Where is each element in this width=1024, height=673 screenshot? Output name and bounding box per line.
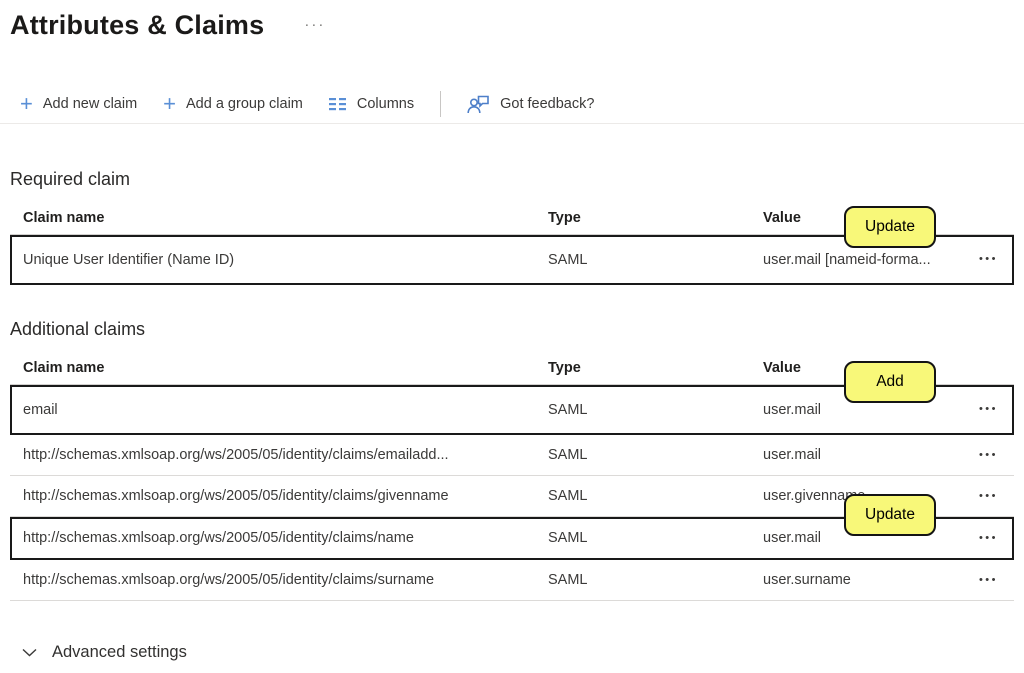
- table-row-emailaddress[interactable]: http://schemas.xmlsoap.org/ws/2005/05/id…: [10, 435, 1014, 476]
- advanced-settings-toggle[interactable]: Advanced settings: [22, 643, 187, 662]
- claim-name-cell: http://schemas.xmlsoap.org/ws/2005/05/id…: [10, 447, 548, 463]
- annotation-callout-update-name: Update: [844, 494, 936, 536]
- add-group-claim-label: Add a group claim: [186, 96, 303, 112]
- required-claim-heading: Required claim: [10, 168, 1024, 190]
- claim-name-cell: http://schemas.xmlsoap.org/ws/2005/05/id…: [10, 572, 548, 588]
- claim-type-cell: SAML: [548, 572, 763, 588]
- claim-type-cell: SAML: [548, 530, 763, 546]
- row-ellipsis-menu-button[interactable]: •••: [979, 402, 998, 417]
- claim-value-cell: user.mail: [763, 447, 975, 463]
- feedback-person-icon: [467, 95, 490, 114]
- annotation-callout-update-required: Update: [844, 206, 936, 248]
- claim-type-cell: SAML: [548, 252, 763, 268]
- plus-icon: +: [20, 96, 33, 112]
- columns-icon: [329, 97, 347, 111]
- column-header-type[interactable]: Type: [548, 360, 763, 376]
- claim-name-cell: Unique User Identifier (Name ID): [10, 252, 548, 268]
- row-ellipsis-menu-button[interactable]: •••: [979, 573, 998, 588]
- claim-type-cell: SAML: [548, 488, 763, 504]
- got-feedback-button[interactable]: Got feedback?: [467, 95, 594, 114]
- columns-label: Columns: [357, 96, 414, 112]
- page-header: Attributes & Claims ···: [0, 0, 1024, 41]
- row-ellipsis-menu-button[interactable]: •••: [979, 252, 998, 267]
- claim-name-cell: http://schemas.xmlsoap.org/ws/2005/05/id…: [10, 488, 548, 504]
- attributes-claims-page: Attributes & Claims ··· + Add new claim …: [0, 0, 1024, 662]
- claim-type-cell: SAML: [548, 402, 763, 418]
- advanced-settings-label: Advanced settings: [52, 643, 187, 662]
- row-ellipsis-menu-button[interactable]: •••: [979, 489, 998, 504]
- claim-name-cell: http://schemas.xmlsoap.org/ws/2005/05/id…: [10, 530, 548, 546]
- add-new-claim-button[interactable]: + Add new claim: [20, 96, 137, 112]
- column-header-claim-name[interactable]: Claim name: [10, 360, 548, 376]
- command-bar: + Add new claim + Add a group claim Colu…: [0, 85, 1024, 124]
- additional-claims-heading: Additional claims: [10, 318, 1024, 340]
- toolbar-divider: [440, 91, 441, 117]
- got-feedback-label: Got feedback?: [500, 96, 594, 112]
- page-title: Attributes & Claims: [10, 10, 264, 41]
- annotation-callout-add: Add: [844, 361, 936, 403]
- column-header-claim-name[interactable]: Claim name: [10, 210, 548, 226]
- chevron-down-icon: [22, 648, 37, 657]
- row-ellipsis-menu-button[interactable]: •••: [979, 531, 998, 546]
- plus-icon: +: [163, 96, 176, 112]
- claim-value-cell: user.surname: [763, 572, 975, 588]
- columns-button[interactable]: Columns: [329, 96, 414, 112]
- claim-name-cell: email: [10, 402, 548, 418]
- row-ellipsis-menu-button[interactable]: •••: [979, 448, 998, 463]
- column-header-type[interactable]: Type: [548, 210, 763, 226]
- claim-value-cell: user.mail [nameid-forma...: [763, 252, 975, 268]
- claim-value-cell: user.mail: [763, 402, 975, 418]
- add-group-claim-button[interactable]: + Add a group claim: [163, 96, 303, 112]
- page-context-menu-button[interactable]: ···: [304, 17, 325, 32]
- claim-type-cell: SAML: [548, 447, 763, 463]
- table-row-surname[interactable]: http://schemas.xmlsoap.org/ws/2005/05/id…: [10, 560, 1014, 601]
- add-new-claim-label: Add new claim: [43, 96, 137, 112]
